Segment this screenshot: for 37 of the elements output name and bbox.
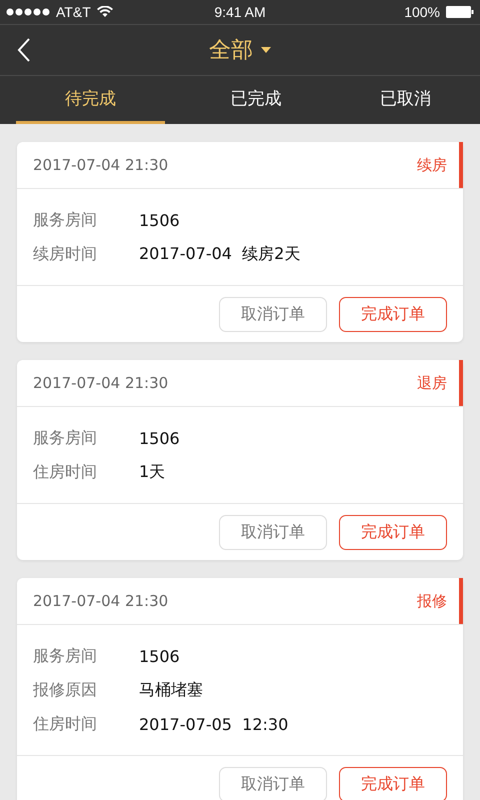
field-label: 住房时间: [33, 714, 98, 734]
wifi-icon: [96, 6, 113, 18]
complete-order-button[interactable]: 完成订单: [339, 296, 447, 332]
field-value: 1506: [139, 210, 180, 230]
order-time: 2017-07-04 21:30: [33, 592, 168, 610]
field-label: 服务房间: [33, 428, 98, 448]
field-value: 1506: [139, 646, 180, 666]
order-type: 退房: [417, 360, 463, 406]
cancel-order-button[interactable]: 取消订单: [219, 514, 327, 550]
field-value: 1天: [139, 462, 166, 482]
field-label: 续房时间: [33, 244, 98, 264]
tab[interactable]: 待完成: [16, 76, 166, 124]
field-label: 住房时间: [33, 462, 98, 482]
clock-time: 9:41 AM: [214, 4, 266, 20]
order-time: 2017-07-04 21:30: [33, 156, 168, 174]
field-value: 2017-07-04 续房2天: [139, 244, 300, 264]
field-label: 服务房间: [33, 646, 98, 666]
field-value: 2017-07-05 12:30: [139, 714, 288, 734]
field-value: 马桶堵塞: [139, 680, 203, 700]
tab[interactable]: 已完成: [181, 76, 331, 124]
order-type: 续房: [417, 142, 463, 188]
field-value: 1506: [139, 428, 180, 448]
caret-icon: [261, 47, 271, 53]
complete-order-button[interactable]: 完成订单: [339, 514, 447, 550]
cancel-order-button[interactable]: 取消订单: [219, 296, 327, 332]
carrier-name: AT&T: [56, 4, 91, 20]
complete-order-button[interactable]: 完成订单: [339, 766, 447, 800]
battery-percent: 100%: [404, 4, 440, 20]
battery-icon: [446, 6, 474, 18]
tab[interactable]: 已取消: [330, 76, 480, 124]
field-label: 报修原因: [33, 680, 98, 700]
cancel-order-button[interactable]: 取消订单: [219, 766, 327, 800]
order-time: 2017-07-04 21:30: [33, 374, 168, 392]
field-label: 服务房间: [33, 210, 98, 230]
signal-icon: [6, 8, 50, 16]
order-type: 报修: [417, 578, 463, 624]
filter-dropdown[interactable]: 全部: [209, 35, 271, 65]
